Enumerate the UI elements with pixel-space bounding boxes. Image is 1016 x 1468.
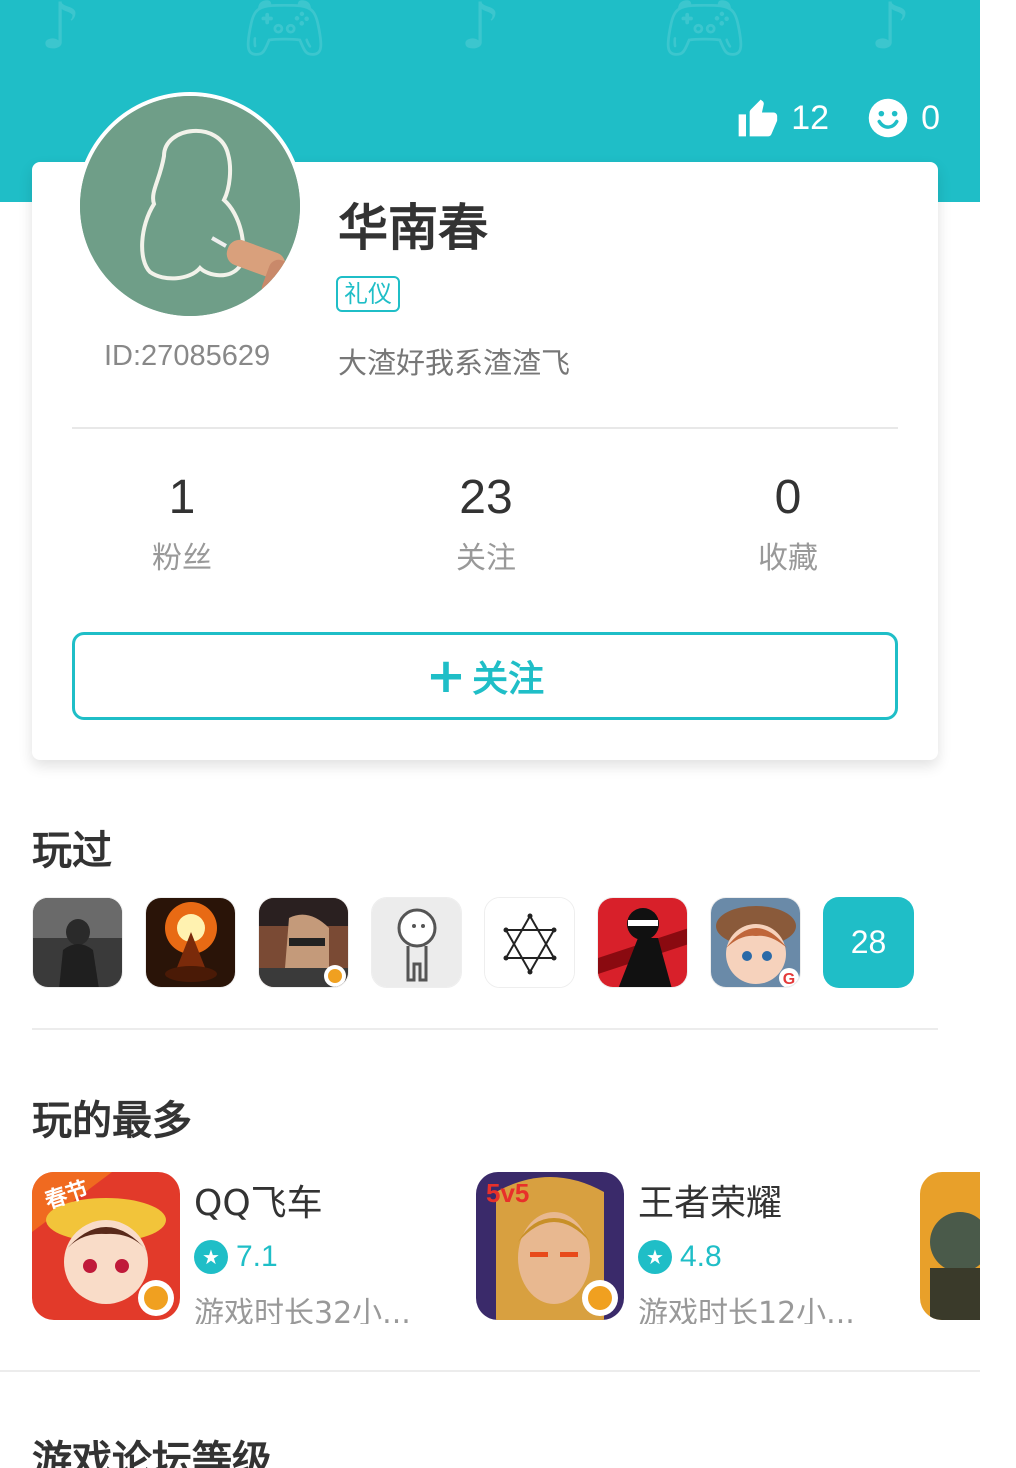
section-divider [0, 1370, 980, 1372]
played-games-row: G 28 [32, 897, 914, 988]
follow-button-label: 关注 [472, 659, 545, 700]
music-note-decoration: ♪ [870, 0, 911, 64]
rating-value: 4.8 [680, 1240, 722, 1273]
rating-value: 7.1 [236, 1240, 278, 1273]
svg-text:G: G [783, 971, 795, 988]
gamepad-decoration: 🎮︎ [660, 0, 749, 68]
most-played-row: 春节 QQ飞车 ★ 7.1 游戏时长32小... 5v5 王者荣耀 ★ 4.8 [32, 1172, 980, 1324]
game-name: 王者荣耀 [638, 1183, 783, 1224]
stat-label: 粉丝 [152, 541, 212, 576]
music-note-decoration: ♪ [40, 0, 81, 64]
soldier-game-icon[interactable] [32, 897, 123, 988]
stat-following[interactable]: 23 关注 [396, 470, 576, 577]
game-rating: ★ 7.1 [194, 1240, 411, 1274]
stick-figure-game-icon[interactable] [371, 897, 462, 988]
qq-speed-game-icon: 春节 [32, 1172, 180, 1320]
stat-fans[interactable]: 1 粉丝 [92, 470, 272, 577]
user-id: ID:27085629 [104, 340, 271, 372]
chibi-girl-game-icon[interactable]: G [710, 897, 801, 988]
smiles-stat[interactable]: 0 [867, 97, 940, 139]
meditating-monk-game-icon[interactable] [145, 897, 236, 988]
honor-of-kings-game-icon: 5v5 [476, 1172, 624, 1320]
most-played-info: 王者荣耀 ★ 4.8 游戏时长12小... [638, 1172, 855, 1324]
thumbs-up-icon [738, 99, 778, 137]
likes-count: 12 [791, 98, 830, 137]
penguin-sketch-avatar-image [80, 96, 300, 316]
stat-label: 收藏 [758, 541, 818, 576]
shooter-game-icon[interactable] [258, 897, 349, 988]
header-stats: 12 0 [697, 96, 940, 140]
section-divider [32, 1028, 938, 1030]
svg-text:5v5: 5v5 [486, 1178, 529, 1208]
user-signature: 大渣好我系渣渣飞 [338, 346, 571, 380]
user-tag-badge: 礼仪 [336, 276, 400, 312]
game-playtime: 游戏时长12小... [638, 1296, 855, 1324]
stat-favorites[interactable]: 0 收藏 [698, 470, 878, 577]
card-divider [72, 427, 898, 429]
stat-value: 0 [774, 471, 802, 524]
most-played-info: QQ飞车 ★ 7.1 游戏时长32小... [194, 1172, 411, 1324]
game-playtime: 游戏时长32小... [194, 1296, 411, 1324]
forum-level-section-title: 游戏论坛等级 [32, 1438, 272, 1468]
most-played-item[interactable]: 春节 QQ飞车 ★ 7.1 游戏时长32小... [32, 1172, 411, 1324]
stat-value: 23 [459, 471, 513, 524]
most-played-item[interactable]: 5v5 王者荣耀 ★ 4.8 游戏时长12小... [476, 1172, 855, 1324]
user-name: 华南春 [338, 199, 488, 257]
plus-icon: + [425, 648, 467, 704]
more-games-badge[interactable]: 28 [823, 897, 914, 988]
music-note-decoration: ♪ [460, 0, 501, 64]
stat-label: 关注 [456, 541, 516, 576]
star-icon: ★ [638, 1240, 672, 1274]
smiley-icon [868, 98, 908, 138]
ninja-game-icon[interactable] [597, 897, 688, 988]
game-name: QQ飞车 [194, 1183, 323, 1224]
smiles-count: 0 [921, 98, 940, 137]
most-played-item-partial[interactable] [920, 1172, 980, 1320]
most-played-section-title: 玩的最多 [32, 1098, 192, 1144]
gamepad-decoration: 🎮︎ [240, 0, 329, 68]
likes-stat[interactable]: 12 [735, 96, 829, 140]
game-rating: ★ 4.8 [638, 1240, 855, 1274]
pubg-game-icon [920, 1172, 980, 1320]
profile-page: ♪ ♪ ♪ 🎮︎ 🎮︎ 12 0 ID:27085629 华南春 礼仪 大渣好我… [0, 0, 980, 1468]
stat-value: 1 [168, 471, 196, 524]
follow-button[interactable]: + 关注 [72, 632, 898, 720]
star-icon: ★ [194, 1240, 228, 1274]
avatar[interactable] [76, 92, 304, 320]
played-section-title: 玩过 [32, 828, 112, 874]
hexagram-game-icon[interactable] [484, 897, 575, 988]
